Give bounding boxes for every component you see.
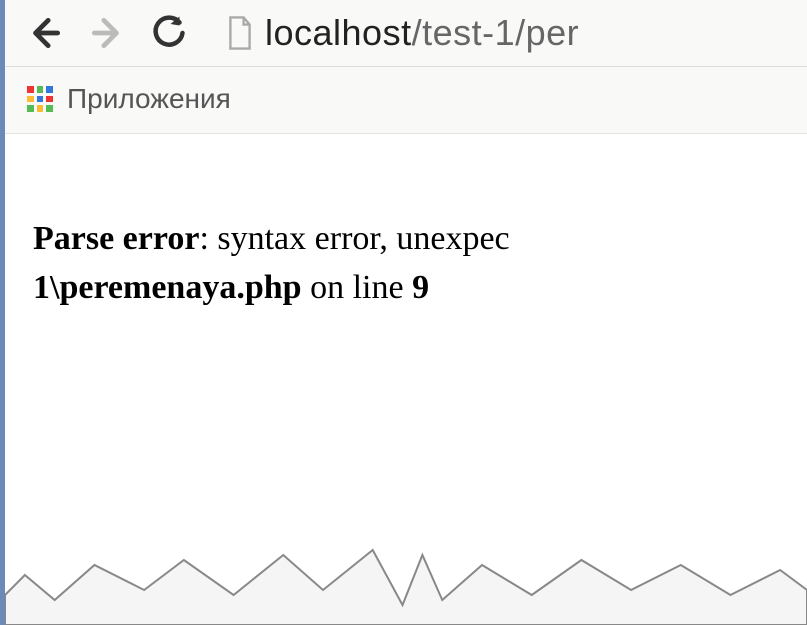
arrow-left-icon (26, 14, 64, 52)
arrow-right-icon (88, 14, 126, 52)
url-path: /test-1/per (412, 12, 580, 53)
nav-buttons (25, 13, 189, 53)
browser-window: localhost/test-1/per Приложения Parse er… (0, 0, 807, 625)
back-button[interactable] (25, 13, 65, 53)
error-line-number: 9 (412, 269, 429, 306)
apps-icon[interactable] (27, 86, 53, 112)
reload-icon (151, 15, 187, 51)
page-content: Parse error: syntax error, unexpec 1\per… (5, 134, 807, 313)
toolbar: localhost/test-1/per (5, 0, 807, 67)
url-text: localhost/test-1/per (265, 12, 579, 54)
torn-edge-decoration (5, 535, 807, 625)
bookmarks-bar: Приложения (5, 67, 807, 134)
address-bar[interactable]: localhost/test-1/per (225, 12, 787, 54)
error-filepath: 1\peremenaya.php (33, 269, 302, 306)
error-message: : syntax error, unexpec (199, 220, 509, 257)
forward-button[interactable] (87, 13, 127, 53)
apps-label[interactable]: Приложения (67, 83, 231, 115)
error-line-1: Parse error: syntax error, unexpec (33, 214, 779, 263)
reload-button[interactable] (149, 13, 189, 53)
error-line-2: 1\peremenaya.php on line 9 (33, 263, 779, 312)
error-prefix: Parse error (33, 220, 199, 257)
url-host: localhost (265, 12, 412, 53)
page-icon (225, 15, 255, 51)
error-tail: on line (302, 269, 412, 306)
